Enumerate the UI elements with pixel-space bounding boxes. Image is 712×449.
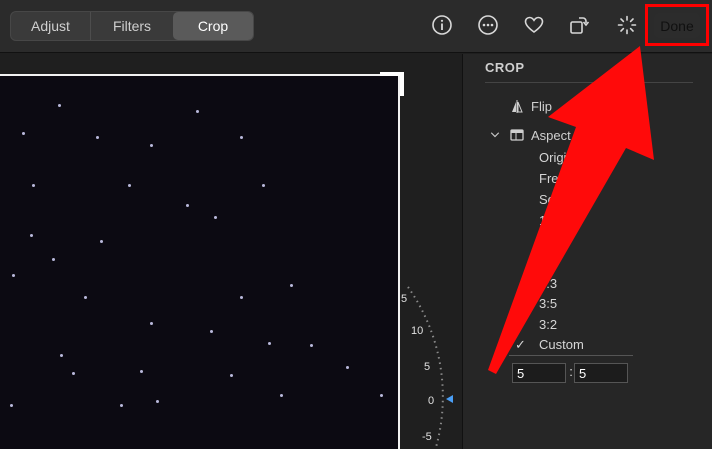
aspect-option-16-9[interactable]: 16:9 [539,213,564,228]
tab-adjust[interactable]: Adjust [11,12,91,40]
custom-height-input[interactable] [574,363,628,383]
crop-sidebar: CROP Flip Aspect Original Freeform Squar… [462,54,712,449]
flip-button[interactable]: Flip [509,98,552,114]
custom-width-input[interactable] [512,363,566,383]
aspect-option-custom[interactable]: Custom [539,337,584,352]
crop-corner-handle[interactable] [380,72,404,96]
info-icon[interactable] [430,13,454,37]
photo-canvas[interactable]: 5 10 5 0 -5 [0,54,462,449]
tab-crop[interactable]: Crop [173,12,253,40]
aspect-option-3-2[interactable]: 3:2 [539,317,557,332]
rotate-icon[interactable] [567,13,591,37]
straighten-dial[interactable]: 5 10 5 0 -5 [396,279,462,449]
aspect-option-original[interactable]: Original [539,150,584,165]
toolbar: Adjust Filters Crop Done [0,0,712,53]
dial-label: 5 [424,361,431,373]
dial-label: -5 [422,431,432,443]
heart-icon[interactable] [522,13,546,37]
divider [485,82,693,83]
dial-indicator-icon [446,395,453,403]
done-button[interactable]: Done [654,13,700,38]
sidebar-title: CROP [485,60,525,75]
more-icon[interactable] [476,13,500,37]
aspect-disclosure[interactable]: Aspect [489,127,571,143]
flip-icon [512,100,523,113]
chevron-down-icon [490,132,500,138]
aspect-option-3-5[interactable]: 3:5 [539,296,557,311]
dial-label: 10 [411,325,424,337]
flip-label: Flip [531,98,552,114]
aspect-option-4-3[interactable]: 4:3 [539,276,557,291]
dial-label: 5 [401,293,408,305]
aspect-option-freeform[interactable]: Freeform [539,171,592,186]
aspect-option-8-10[interactable]: 8:10 [539,234,564,249]
tab-filters[interactable]: Filters [91,12,173,40]
aspect-option-square[interactable]: Square [539,192,581,207]
crop-frame[interactable] [0,74,400,449]
done-button-highlight: Done [645,4,709,46]
aspect-label: Aspect [531,127,571,143]
dial-label: 0 [428,395,435,407]
mode-segmented-control: Adjust Filters Crop [10,11,254,41]
aspect-icon [510,129,524,141]
aspect-option-5-7[interactable]: 5:7 [539,255,557,270]
divider [509,355,633,356]
checkmark-icon: ✓ [515,337,526,352]
magic-wand-icon[interactable] [615,13,639,37]
